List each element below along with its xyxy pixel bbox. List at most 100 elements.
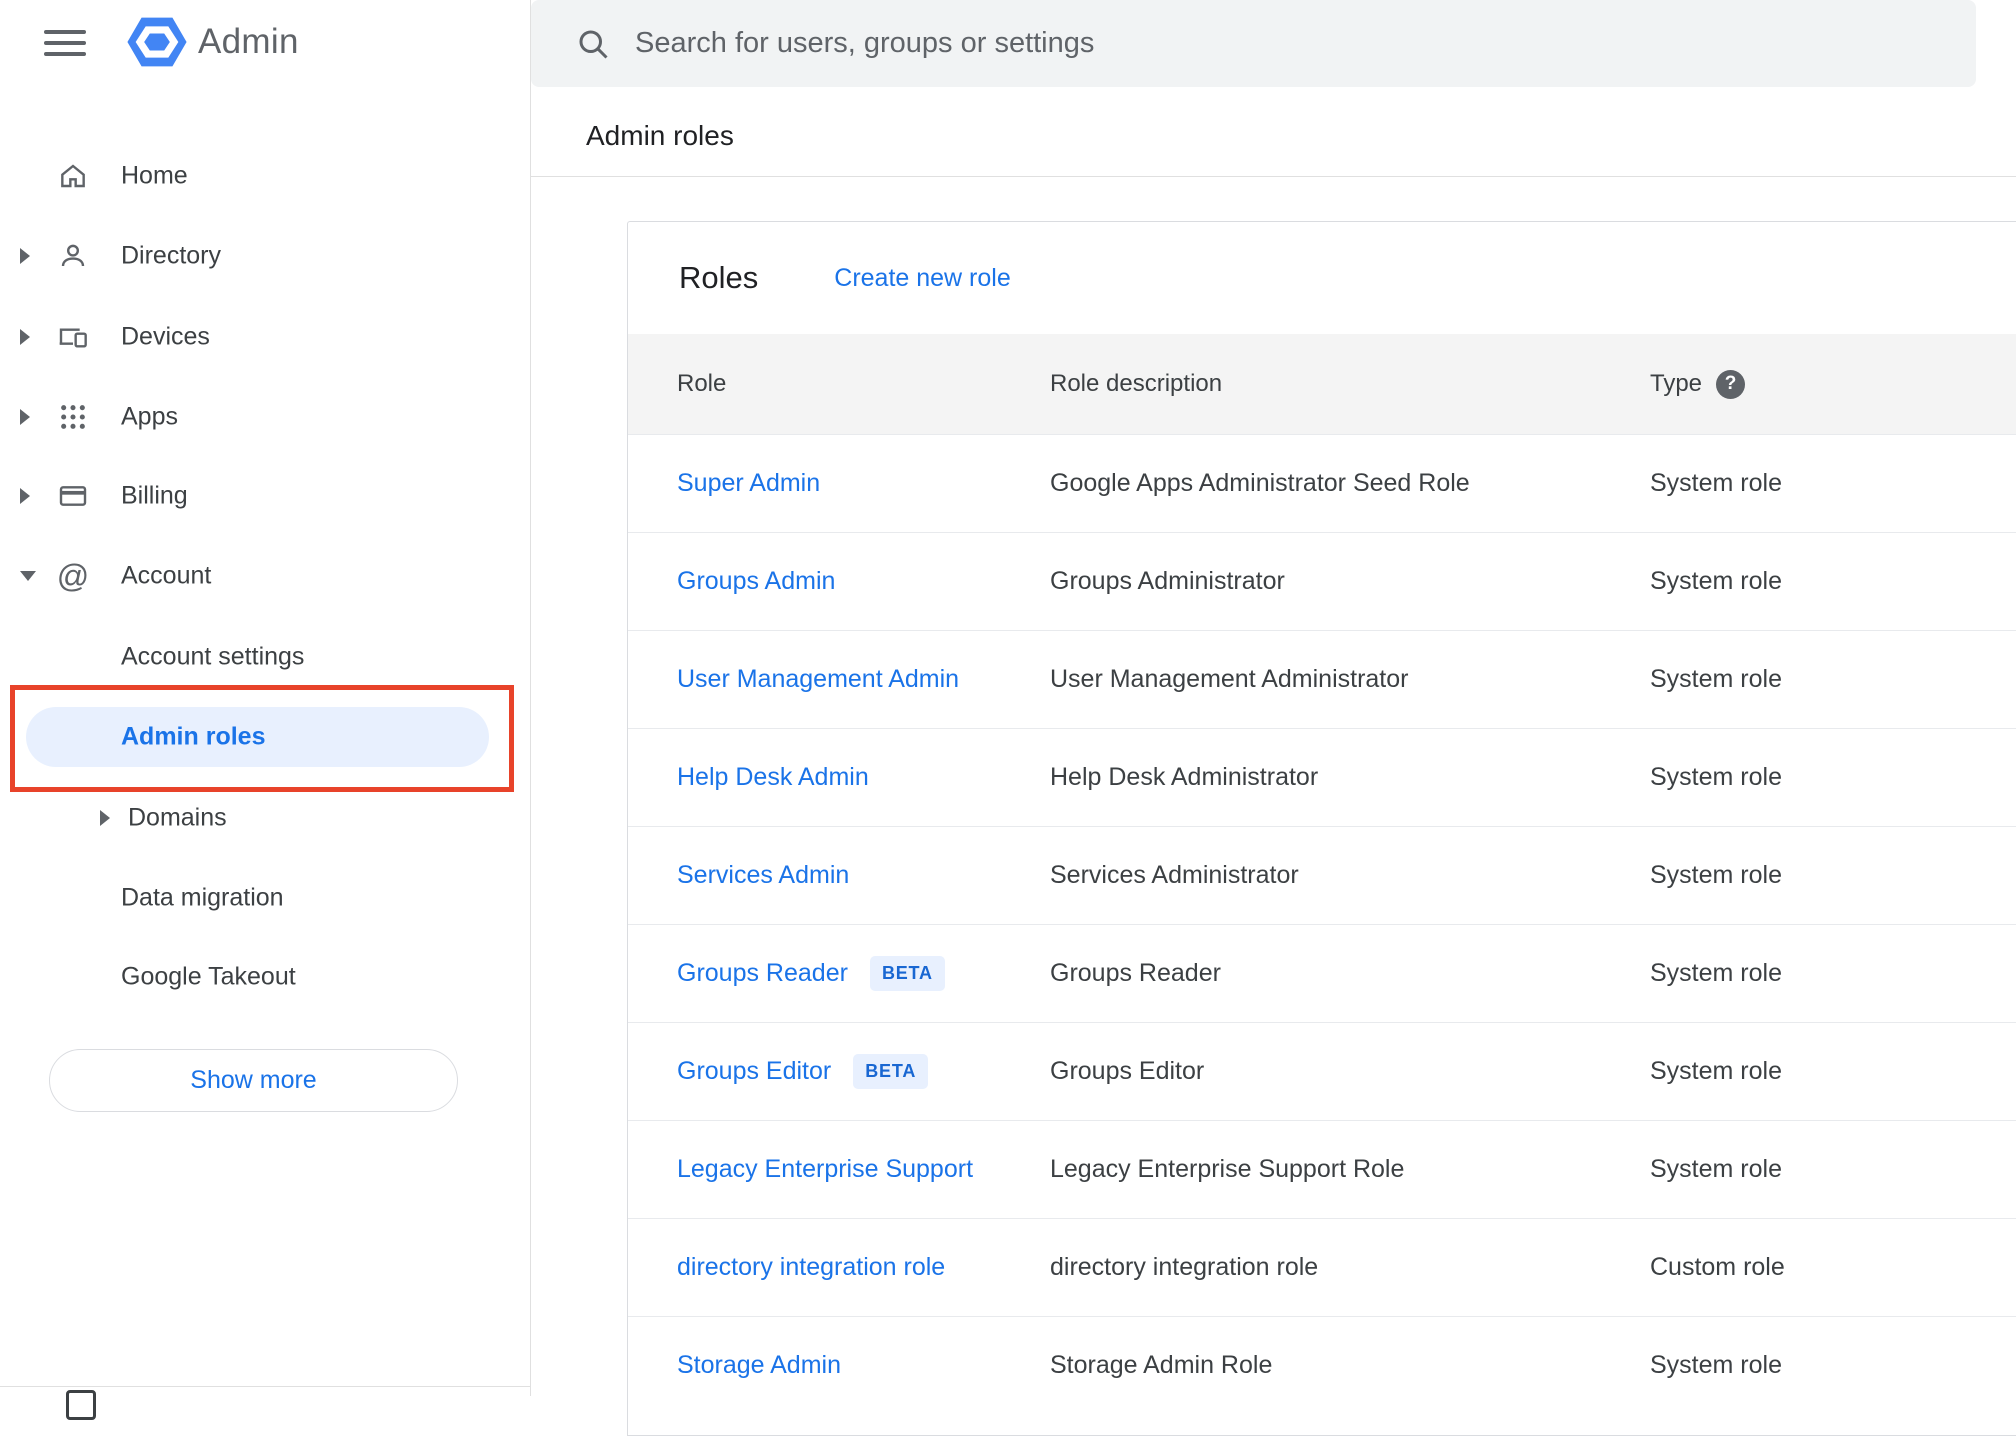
sidebar-item-devices[interactable]: Devices	[0, 305, 514, 369]
role-description: User Management Administrator	[1050, 665, 1409, 693]
sidebar-item-label: Domains	[128, 803, 227, 832]
role-cell: Super Admin	[628, 469, 1050, 498]
expand-right-icon[interactable]	[20, 488, 30, 504]
expand-right-icon[interactable]	[20, 409, 30, 425]
sidebar-item-label: Data migration	[121, 883, 284, 912]
sidebar-item-label: Directory	[121, 241, 222, 270]
role-link[interactable]: Storage Admin	[677, 1351, 841, 1380]
apps-grid-icon	[56, 400, 90, 434]
card-title: Roles	[679, 260, 759, 295]
sidebar-item-account[interactable]: @ Account	[0, 544, 514, 608]
sidebar-item-label: Google Takeout	[121, 962, 296, 991]
role-type: System role	[1650, 567, 1782, 595]
role-cell: Help Desk Admin	[628, 763, 1050, 792]
devices-icon	[56, 320, 90, 354]
main-content: Search for users, groups or settings Adm…	[530, 0, 2016, 1436]
role-link[interactable]: Help Desk Admin	[677, 763, 869, 792]
role-link[interactable]: User Management Admin	[677, 665, 959, 694]
menu-icon[interactable]	[44, 30, 86, 58]
role-description: Google Apps Administrator Seed Role	[1050, 469, 1470, 497]
breadcrumb: Admin roles	[586, 120, 734, 151]
role-type: Custom role	[1650, 1253, 1785, 1281]
role-link[interactable]: Groups Editor	[677, 1057, 831, 1086]
role-link[interactable]: Groups Admin	[677, 567, 835, 596]
roles-card-header: Roles Create new role	[628, 222, 2016, 334]
table-row: Help Desk Admin Help Desk Administrator …	[628, 728, 2016, 826]
credit-card-icon	[56, 479, 90, 513]
sidebar-item-label: Devices	[121, 322, 210, 351]
show-more-button[interactable]: Show more	[49, 1049, 458, 1112]
role-description: Groups Administrator	[1050, 567, 1285, 595]
app-title: Admin	[198, 22, 299, 61]
role-cell: Storage Admin	[628, 1351, 1050, 1380]
collapse-down-icon[interactable]	[20, 571, 36, 581]
sidebar-item-label: Account settings	[121, 642, 305, 671]
role-type: System role	[1650, 1057, 1782, 1085]
role-type: System role	[1650, 1155, 1782, 1183]
role-cell: Groups Reader BETA	[628, 956, 1050, 991]
search-icon	[579, 30, 608, 59]
expand-right-icon[interactable]	[100, 810, 110, 826]
table-row: Services Admin Services Administrator Sy…	[628, 826, 2016, 924]
beta-badge: BETA	[853, 1054, 929, 1089]
table-row: Groups Reader BETA Groups Reader System …	[628, 924, 2016, 1022]
table-row: directory integration role directory int…	[628, 1218, 2016, 1316]
help-icon[interactable]: ?	[1716, 369, 1746, 399]
expand-right-icon[interactable]	[20, 248, 30, 264]
role-description: Legacy Enterprise Support Role	[1050, 1155, 1405, 1183]
role-cell: Groups Editor BETA	[628, 1054, 1050, 1089]
role-link[interactable]: directory integration role	[677, 1253, 945, 1282]
at-sign-icon: @	[56, 557, 90, 594]
create-new-role-link[interactable]: Create new role	[834, 264, 1010, 293]
search-input[interactable]: Search for users, groups or settings	[531, 0, 1976, 87]
role-description: directory integration role	[1050, 1253, 1319, 1281]
role-description: Services Administrator	[1050, 861, 1299, 889]
role-link[interactable]: Services Admin	[677, 861, 849, 890]
sidebar-item-label: Apps	[121, 402, 178, 431]
sidebar-item-label: Home	[121, 161, 188, 190]
role-link[interactable]: Groups Reader	[677, 959, 848, 988]
roles-card: Roles Create new role Role Role descript…	[627, 221, 2016, 1436]
beta-badge: BETA	[869, 956, 945, 991]
role-cell: Services Admin	[628, 861, 1050, 890]
expand-right-icon[interactable]	[20, 329, 30, 345]
column-header-type-label: Type	[1650, 370, 1703, 397]
admin-logo-icon	[127, 17, 187, 67]
table-row: User Management Admin User Management Ad…	[628, 630, 2016, 728]
sidebar-item-home[interactable]: Home	[0, 144, 514, 208]
sidebar: Admin Home Directory Devices Apps Billin…	[0, 0, 530, 1420]
sidebar-item-directory[interactable]: Directory	[0, 224, 514, 288]
role-type: System role	[1650, 959, 1782, 987]
role-type: System role	[1650, 861, 1782, 889]
table-row: Groups Editor BETA Groups Editor System …	[628, 1022, 2016, 1120]
table-row: Storage Admin Storage Admin Role System …	[628, 1316, 2016, 1414]
sidebar-item-billing[interactable]: Billing	[0, 464, 514, 528]
role-type: System role	[1650, 763, 1782, 791]
role-description: Groups Editor	[1050, 1057, 1205, 1085]
home-icon	[56, 159, 90, 193]
column-header-description: Role description	[1050, 370, 1223, 397]
table-header-row: Role Role description Type ?	[628, 334, 2016, 434]
role-cell: directory integration role	[628, 1253, 1050, 1282]
sidebar-divider	[0, 1386, 530, 1387]
role-cell: Legacy Enterprise Support	[628, 1155, 1050, 1184]
sidebar-item-google-takeout[interactable]: Google Takeout	[0, 945, 514, 1009]
table-row: Groups Admin Groups Administrator System…	[628, 532, 2016, 630]
sidebar-item-data-migration[interactable]: Data migration	[0, 866, 514, 930]
partial-cutoff-icon	[66, 1390, 96, 1420]
person-icon	[56, 239, 90, 273]
sidebar-item-label: Account	[121, 561, 212, 590]
role-link[interactable]: Legacy Enterprise Support	[677, 1155, 973, 1184]
header-divider	[531, 176, 2016, 177]
column-header-role: Role	[677, 370, 727, 397]
role-cell: User Management Admin	[628, 665, 1050, 694]
role-type: System role	[1650, 469, 1782, 497]
sidebar-item-domains[interactable]: Domains	[0, 786, 514, 850]
role-description: Groups Reader	[1050, 959, 1221, 987]
role-type: System role	[1650, 1351, 1782, 1379]
sidebar-item-apps[interactable]: Apps	[0, 385, 514, 449]
sidebar-item-account-settings[interactable]: Account settings	[0, 625, 514, 689]
role-cell: Groups Admin	[628, 567, 1050, 596]
sidebar-item-admin-roles[interactable]: Admin roles	[0, 705, 514, 769]
role-link[interactable]: Super Admin	[677, 469, 820, 498]
